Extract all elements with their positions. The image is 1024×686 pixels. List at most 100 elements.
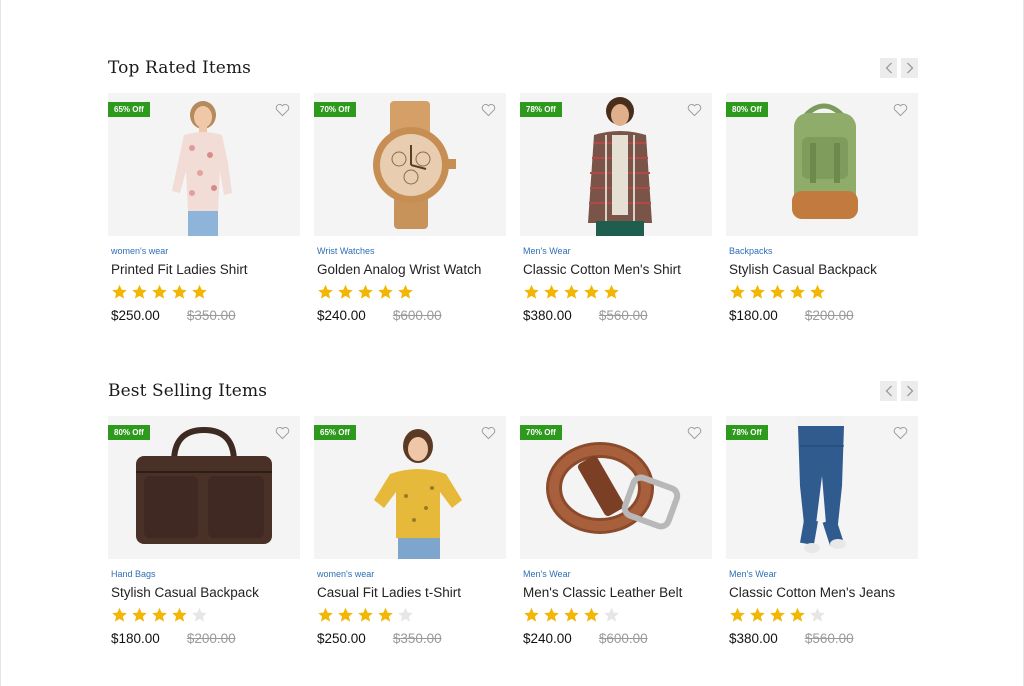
original-price: $600.00 [392,307,442,323]
price-row: $380.00 $560.00 [729,630,918,646]
wishlist-button[interactable] [480,102,496,117]
star-filled-icon [730,607,745,622]
rating-stars [317,606,506,624]
wishlist-button[interactable] [274,102,290,117]
star-filled-icon [378,607,393,622]
product-name[interactable]: Classic Cotton Men's Jeans [729,585,918,601]
discount-badge: 78% Off [520,102,562,117]
star-filled-icon [338,284,353,299]
product-category[interactable]: Men's Wear [523,246,712,257]
star-filled-icon [584,607,599,622]
discount-badge: 70% Off [520,425,562,440]
discount-badge: 80% Off [108,425,150,440]
discount-badge: 65% Off [314,425,356,440]
heart-icon [893,103,907,116]
product-card[interactable]: 65% Off women's wear Printed Fit Ladies … [108,93,300,323]
product-card[interactable]: 78% Off Men's Wear Classic Cotton Men's … [726,416,918,646]
rating-stars [111,606,300,624]
star-filled-icon [584,284,599,299]
product-price: $180.00 [729,307,778,323]
heart-icon [275,103,289,116]
product-image-area[interactable]: 70% Off [520,416,712,559]
rating-stars [523,606,712,624]
product-name[interactable]: Stylish Casual Backpack [111,585,300,601]
star-filled-icon [750,607,765,622]
heart-icon [481,426,495,439]
product-image-area[interactable]: 65% Off [314,416,506,559]
chevron-right-icon [906,385,913,397]
product-image-area[interactable]: 80% Off [726,93,918,236]
discount-badge: 80% Off [726,102,768,117]
section-header: Best Selling Items [108,373,919,409]
product-card[interactable]: 78% Off Men's Wear Classic Cotton Men's … [520,93,712,323]
heart-icon [687,103,701,116]
product-category[interactable]: women's wear [111,246,300,257]
product-card[interactable]: 70% Off Wrist Watches Golden Analog Wris… [314,93,506,323]
section-title: Top Rated Items [108,58,251,78]
product-category[interactable]: Men's Wear [523,569,712,580]
star-filled-icon [790,284,805,299]
product-category[interactable]: Hand Bags [111,569,300,580]
rating-stars [729,606,918,624]
prev-button[interactable] [880,58,897,78]
section-header: Top Rated Items [108,50,919,86]
star-empty-icon [810,607,825,622]
star-filled-icon [152,284,167,299]
wishlist-button[interactable] [686,102,702,117]
star-filled-icon [790,607,805,622]
product-category[interactable]: Backpacks [729,246,918,257]
star-filled-icon [358,607,373,622]
product-category[interactable]: Wrist Watches [317,246,506,257]
product-name[interactable]: Golden Analog Wrist Watch [317,262,506,278]
product-name[interactable]: Classic Cotton Men's Shirt [523,262,712,278]
star-empty-icon [398,607,413,622]
heart-icon [275,426,289,439]
product-grid: 65% Off women's wear Printed Fit Ladies … [108,93,918,323]
heart-icon [687,426,701,439]
wishlist-button[interactable] [686,425,702,440]
prev-button[interactable] [880,381,897,401]
product-card[interactable]: 70% Off Men's Wear Men's Classic Leather… [520,416,712,646]
product-category[interactable]: Men's Wear [729,569,918,580]
top-rated-section: Top Rated Items 65% Off women's wear Pri… [108,50,919,323]
product-name[interactable]: Printed Fit Ladies Shirt [111,262,300,278]
product-image-area[interactable]: 78% Off [520,93,712,236]
product-name[interactable]: Casual Fit Ladies t-Shirt [317,585,506,601]
star-filled-icon [524,607,539,622]
original-price: $350.00 [186,307,236,323]
product-price: $380.00 [523,307,572,323]
product-image-area[interactable]: 65% Off [108,93,300,236]
chevron-left-icon [885,385,892,397]
star-filled-icon [564,284,579,299]
product-card[interactable]: 80% Off Backpacks Stylish Casual Backpac… [726,93,918,323]
star-filled-icon [172,284,187,299]
product-name[interactable]: Stylish Casual Backpack [729,262,918,278]
product-card[interactable]: 65% Off women's wear Casual Fit Ladies t… [314,416,506,646]
star-filled-icon [544,607,559,622]
next-button[interactable] [901,381,918,401]
original-price: $350.00 [392,630,442,646]
star-filled-icon [132,607,147,622]
star-filled-icon [132,284,147,299]
star-filled-icon [318,284,333,299]
wishlist-button[interactable] [274,425,290,440]
wishlist-button[interactable] [892,102,908,117]
product-card[interactable]: 80% Off Hand Bags Stylish Casual Backpac… [108,416,300,646]
price-row: $250.00 $350.00 [111,307,300,323]
next-button[interactable] [901,58,918,78]
product-price: $240.00 [523,630,572,646]
discount-badge: 70% Off [314,102,356,117]
star-filled-icon [770,607,785,622]
page-frame: Top Rated Items 65% Off women's wear Pri… [0,0,1024,686]
wishlist-button[interactable] [480,425,496,440]
product-image-area[interactable]: 80% Off [108,416,300,559]
product-name[interactable]: Men's Classic Leather Belt [523,585,712,601]
product-image-area[interactable]: 78% Off [726,416,918,559]
product-image-area[interactable]: 70% Off [314,93,506,236]
product-category[interactable]: women's wear [317,569,506,580]
star-filled-icon [318,607,333,622]
carousel-controls [880,58,918,78]
wishlist-button[interactable] [892,425,908,440]
star-filled-icon [604,284,619,299]
chevron-left-icon [885,62,892,74]
